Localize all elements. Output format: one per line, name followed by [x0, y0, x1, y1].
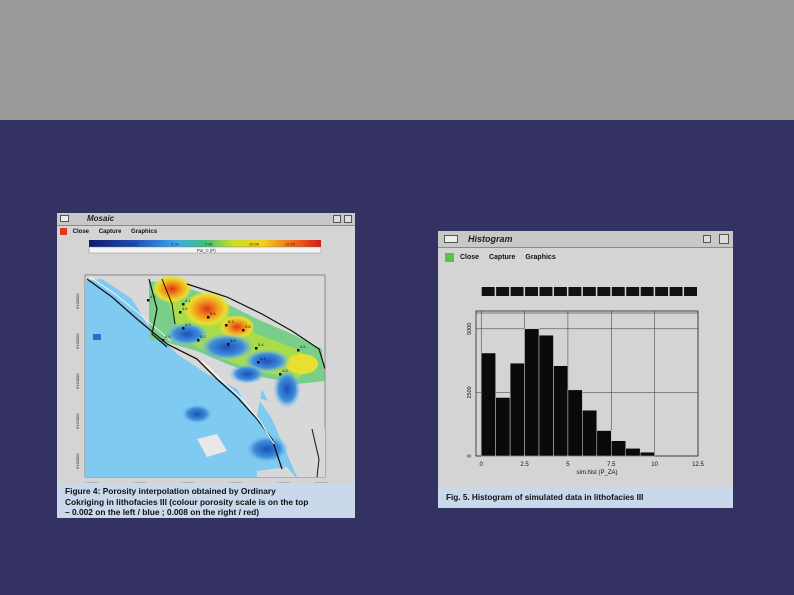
x-tick-label: 2.5: [520, 462, 529, 468]
colorbar-tick: 5.00: [171, 242, 180, 247]
minimize-icon[interactable]: [703, 235, 711, 243]
histogram-bar: [524, 328, 540, 457]
mosaic-menubar: Close Capture Graphics: [57, 226, 355, 238]
well-label: 5.4: [258, 342, 264, 347]
y-tick: 5126000: [75, 333, 80, 349]
status-square-icon: [60, 227, 67, 235]
x-tick-label: 7.5: [607, 462, 616, 468]
y-tick: 5128000: [75, 293, 80, 309]
bin-marker: [640, 287, 654, 296]
bin-marker: [496, 287, 510, 296]
well-label: 4.6: [230, 338, 236, 343]
x-tick-label: 10: [651, 462, 658, 468]
y-tick-label: 2500: [467, 386, 473, 398]
colorbar-tick: 7.50: [205, 242, 214, 247]
mosaic-window-title: Mosaic: [87, 214, 115, 223]
bin-marker: [510, 287, 524, 296]
bin-marker: [582, 287, 596, 296]
histogram-bar: [582, 409, 598, 457]
bin-marker: [669, 287, 683, 296]
well-label: 4.2: [150, 294, 156, 299]
slide-title-band: [0, 0, 794, 120]
colorbar-tick: 12.50: [285, 242, 296, 247]
colorbar-label: Por_C (P): [197, 248, 216, 253]
histogram-bar: [509, 362, 525, 457]
y-tick: 5120000: [75, 453, 80, 469]
histogram-bar: [625, 448, 641, 457]
maximize-icon[interactable]: [344, 215, 352, 223]
porosity-map: 2.50 5.00 7.50 10.00 12.50 Por_C (P) 4.2…: [75, 240, 326, 478]
colorbar-tick: 2.50: [129, 242, 138, 247]
status-square-icon: [445, 252, 454, 262]
histogram-menubar: Close Capture Graphics: [438, 252, 733, 264]
well-label: 4.9: [185, 322, 191, 327]
histogram-titlebar[interactable]: Histogram: [438, 231, 733, 248]
histogram-bar: [567, 389, 583, 457]
histogram-bar: [538, 334, 554, 457]
well-label: 5.8: [245, 324, 251, 329]
y-tick-label: 5000: [467, 323, 473, 335]
bin-marker: [553, 287, 567, 296]
caption-line: – 0.002 on the left / blue ; 0.008 on th…: [65, 507, 260, 517]
well-label: 4.4: [282, 368, 288, 373]
histogram-bar: [553, 365, 569, 457]
x-axis-label: sim.hist (P_ZA): [576, 470, 617, 476]
bin-marker: [684, 287, 697, 296]
histogram-bar: [495, 397, 511, 457]
well-label: 4.8: [182, 306, 188, 311]
bin-marker: [655, 287, 669, 296]
histogram-bar: [596, 430, 612, 457]
well-label: 4.1: [185, 298, 191, 303]
x-tick-label: 12.5: [692, 462, 704, 468]
bin-marker: [597, 287, 611, 296]
window-menu-icon[interactable]: [60, 215, 69, 222]
histogram-chart: 0 2.5 5 7.5 10 12.5025005000 sim.hist (P_ZA): [438, 271, 733, 481]
y-tick: 5122000: [75, 413, 80, 429]
histogram-bar: [480, 352, 496, 457]
menu-graphics[interactable]: Graphics: [525, 254, 555, 261]
menu-capture[interactable]: Capture: [99, 229, 122, 235]
well-label: 5.6: [210, 311, 216, 316]
figure4-caption: Figure 4: Porosity interpolation obtaine…: [57, 483, 355, 518]
bin-marker: [611, 287, 625, 296]
window-menu-icon[interactable]: [444, 235, 458, 243]
well-label: 5.3: [228, 319, 234, 324]
caption-line: Figure 4: Porosity interpolation obtaine…: [65, 486, 276, 496]
mosaic-titlebar[interactable]: Mosaic: [57, 213, 355, 226]
y-tick: 5124000: [75, 373, 80, 389]
bin-marker: [626, 287, 640, 296]
histogram-bar: [611, 440, 626, 457]
menu-close[interactable]: Close: [460, 254, 479, 261]
bin-marker: [525, 287, 539, 296]
histogram-window: Histogram Close Capture Graphics 0 2.5 5 7.…: [438, 231, 733, 508]
bin-marker: [481, 287, 495, 296]
menu-graphics[interactable]: Graphics: [131, 229, 157, 235]
colorbar-tick: 10.00: [249, 242, 260, 247]
mosaic-window: Mosaic Close Capture Graphics 2.50 5.00 …: [57, 213, 355, 518]
menu-capture[interactable]: Capture: [489, 254, 515, 261]
y-tick-label: 0: [467, 454, 473, 457]
bin-marker: [539, 287, 553, 296]
maximize-icon[interactable]: [719, 234, 729, 244]
well-label: 4.0: [165, 334, 171, 339]
well-label: 5.1: [260, 356, 266, 361]
histogram-window-title: Histogram: [468, 234, 513, 244]
caption-line: Cokriging in lithofacies III (colour por…: [65, 496, 309, 507]
bin-marker: [568, 287, 582, 296]
well-label: 4.5: [300, 344, 306, 349]
well-label: 5.2: [200, 334, 206, 339]
histogram-bar: [639, 451, 655, 457]
figure5-caption: Fig. 5. Histogram of simulated data in l…: [438, 488, 733, 508]
minimize-icon[interactable]: [333, 215, 341, 223]
menu-close[interactable]: Close: [73, 229, 89, 235]
